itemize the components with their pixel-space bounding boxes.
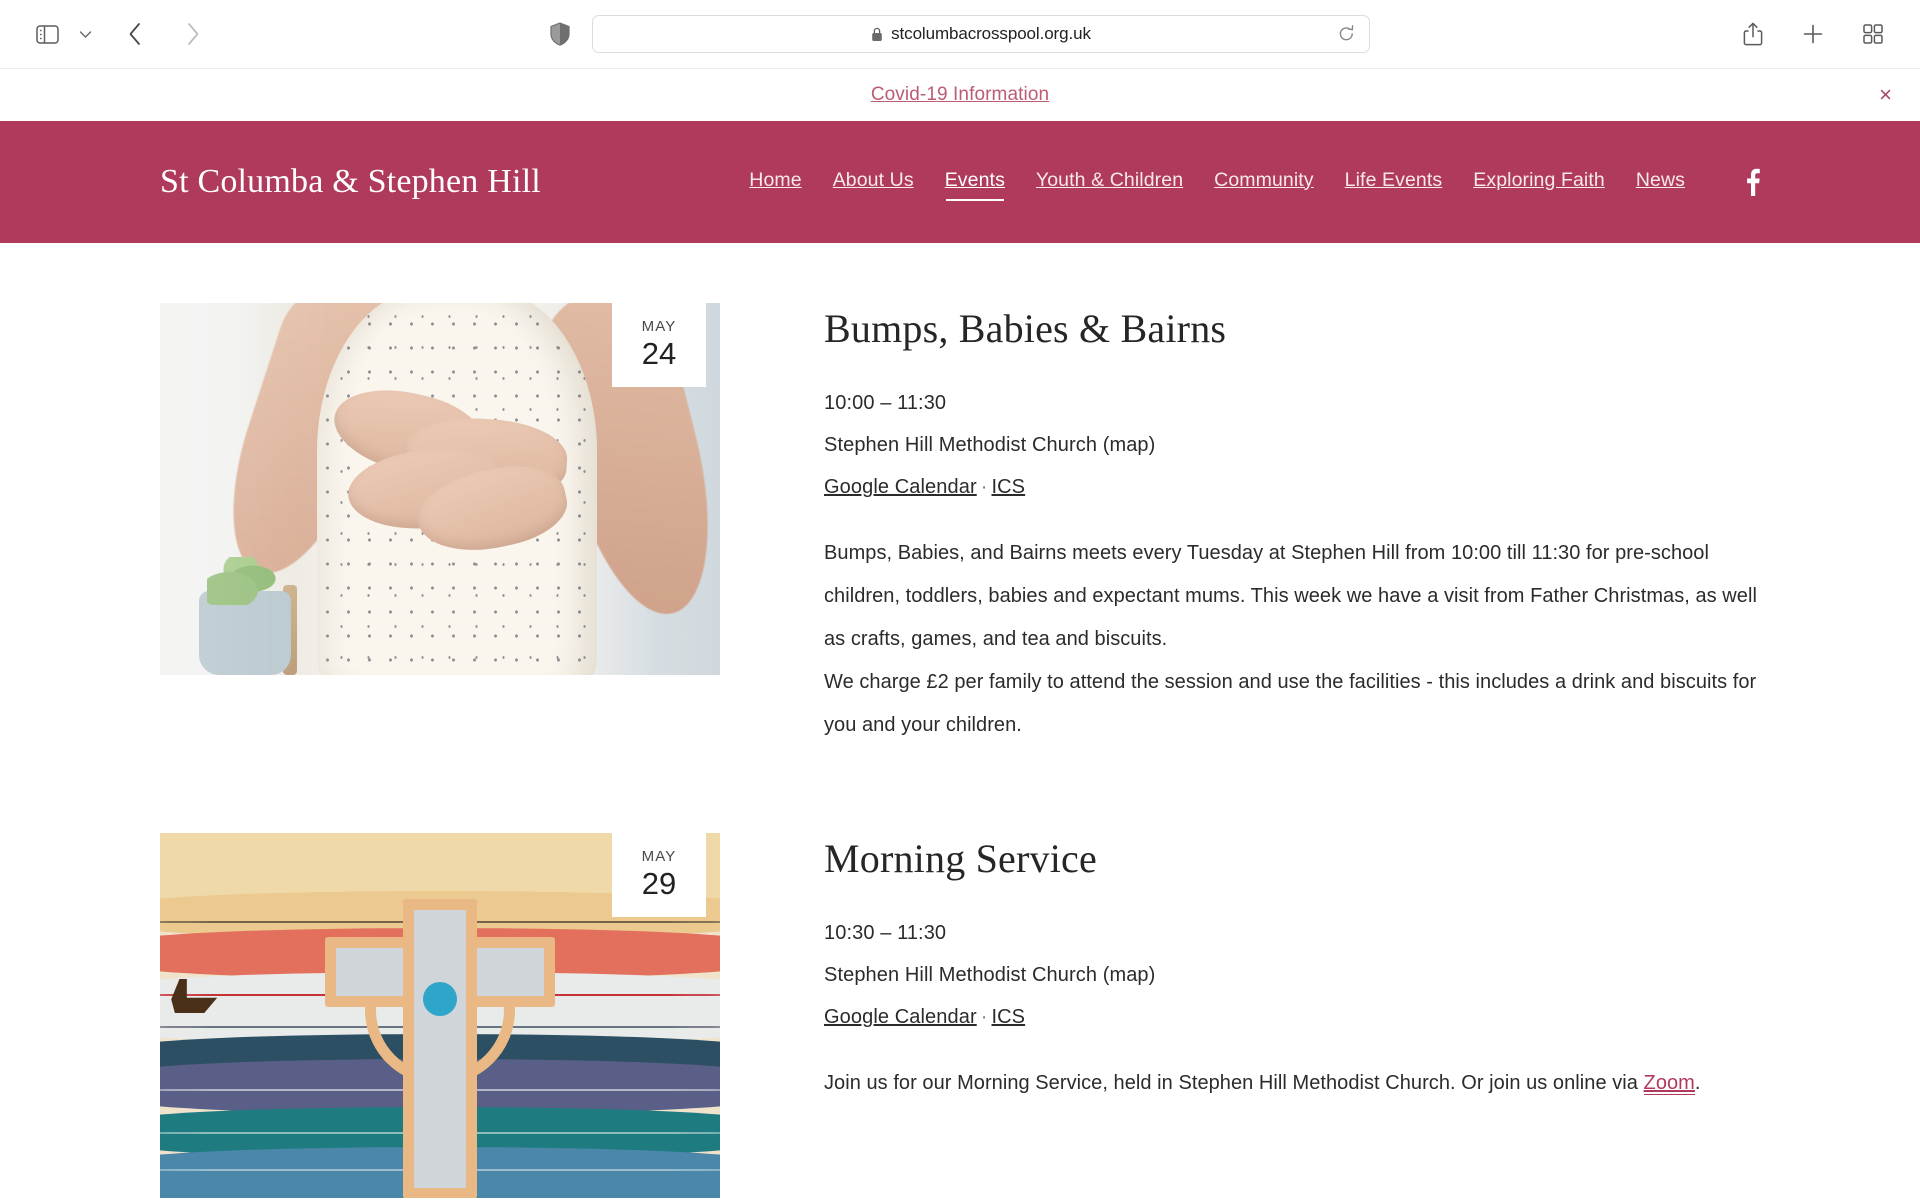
google-calendar-link[interactable]: Google Calendar	[824, 476, 977, 498]
event-description-tail: .	[1694, 1072, 1701, 1094]
event-media: MAY 24	[160, 303, 720, 747]
event-location[interactable]: Stephen Hill Methodist Church (map)	[824, 954, 1760, 996]
event-time: 10:30 – 11:30	[824, 922, 947, 944]
event-image[interactable]: MAY 24	[160, 303, 720, 675]
covid-info-link[interactable]: Covid-19 Information	[871, 84, 1049, 106]
share-icon[interactable]	[1732, 13, 1774, 55]
events-list: MAY 24 Bumps, Babies & Bairns 10:00 – 11…	[0, 243, 1920, 1198]
forward-arrow-icon[interactable]	[172, 13, 214, 55]
event-media: MAY 29	[160, 833, 720, 1198]
nav-item-about-us[interactable]: About Us	[833, 169, 914, 196]
event-date-day: 24	[641, 336, 677, 371]
event-date-day: 29	[641, 866, 677, 901]
celtic-cross-icon	[325, 898, 555, 1198]
nav-item-youth-children[interactable]: Youth & Children	[1036, 169, 1183, 196]
event-description-p1: Bumps, Babies, and Bairns meets every Tu…	[824, 542, 1757, 650]
nav-item-home[interactable]: Home	[749, 169, 801, 196]
event-location-text: Stephen Hill Methodist Church (map)	[824, 434, 1156, 456]
reload-icon[interactable]	[1338, 25, 1355, 44]
meta-separator: ·	[980, 1006, 988, 1028]
close-icon[interactable]: ×	[1879, 84, 1892, 106]
event-title[interactable]: Bumps, Babies & Bairns	[824, 305, 1760, 352]
back-arrow-icon[interactable]	[114, 13, 156, 55]
primary-navigation: Home About Us Events Youth & Children Co…	[749, 168, 1760, 201]
event-calendar-links: Google Calendar · ICS	[824, 466, 1760, 508]
event-card: MAY 24 Bumps, Babies & Bairns 10:00 – 11…	[160, 243, 1760, 747]
event-image[interactable]: MAY 29	[160, 833, 720, 1198]
event-date-month: MAY	[641, 848, 677, 865]
nav-item-events[interactable]: Events	[945, 169, 1005, 201]
chevron-down-icon[interactable]	[72, 13, 98, 55]
event-description: Join us for our Morning Service, held in…	[824, 1062, 1760, 1105]
site-brand-title[interactable]: St Columba & Stephen Hill	[160, 163, 541, 201]
meta-separator: ·	[980, 476, 988, 498]
browser-actions	[1732, 13, 1894, 55]
sidebar-toggle-icon[interactable]	[26, 13, 68, 55]
event-calendar-links: Google Calendar · ICS	[824, 996, 1760, 1038]
browser-toolbar: stcolumbacrosspool.org.uk	[0, 0, 1920, 68]
event-card: MAY 29 Morning Service 10:30 – 11:30 Ste…	[160, 747, 1760, 1198]
event-date-month: MAY	[641, 318, 677, 335]
covid-notice-banner: Covid-19 Information ×	[0, 68, 1920, 121]
nav-item-exploring-faith[interactable]: Exploring Faith	[1473, 169, 1605, 196]
url-text: stcolumbacrosspool.org.uk	[891, 24, 1091, 43]
privacy-shield-icon[interactable]	[550, 22, 570, 46]
site-header: St Columba & Stephen Hill Home About Us …	[0, 121, 1920, 243]
facebook-icon[interactable]	[1745, 168, 1760, 196]
address-bar[interactable]: stcolumbacrosspool.org.uk	[592, 15, 1370, 53]
nav-item-community[interactable]: Community	[1214, 169, 1314, 196]
event-details: Bumps, Babies & Bairns 10:00 – 11:30 Ste…	[720, 303, 1760, 747]
nav-item-news[interactable]: News	[1636, 169, 1685, 196]
ics-link[interactable]: ICS	[991, 1006, 1025, 1028]
event-location-text: Stephen Hill Methodist Church (map)	[824, 964, 1156, 986]
browser-nav-controls	[26, 13, 214, 55]
event-description-p1: Join us for our Morning Service, held in…	[824, 1062, 1760, 1105]
nav-item-life-events[interactable]: Life Events	[1345, 169, 1443, 196]
event-details: Morning Service 10:30 – 11:30 Stephen Hi…	[720, 833, 1760, 1198]
event-location[interactable]: Stephen Hill Methodist Church (map)	[824, 424, 1760, 466]
event-description-lead: Join us for our Morning Service, held in…	[824, 1072, 1644, 1094]
url-display: stcolumbacrosspool.org.uk	[871, 24, 1091, 44]
event-description-p2: We charge £2 per family to attend the se…	[824, 671, 1757, 736]
plus-icon[interactable]	[1792, 13, 1834, 55]
event-date-badge: MAY 24	[612, 303, 706, 387]
event-date-badge: MAY 29	[612, 833, 706, 917]
event-time: 10:00 – 11:30	[824, 392, 947, 414]
tab-overview-icon[interactable]	[1852, 13, 1894, 55]
event-description: Bumps, Babies, and Bairns meets every Tu…	[824, 532, 1760, 747]
event-title[interactable]: Morning Service	[824, 835, 1760, 882]
google-calendar-link[interactable]: Google Calendar	[824, 1006, 977, 1028]
zoom-link[interactable]: Zoom	[1643, 1072, 1695, 1095]
ics-link[interactable]: ICS	[991, 476, 1025, 498]
address-bar-group: stcolumbacrosspool.org.uk	[550, 15, 1370, 53]
lock-icon	[871, 27, 883, 42]
